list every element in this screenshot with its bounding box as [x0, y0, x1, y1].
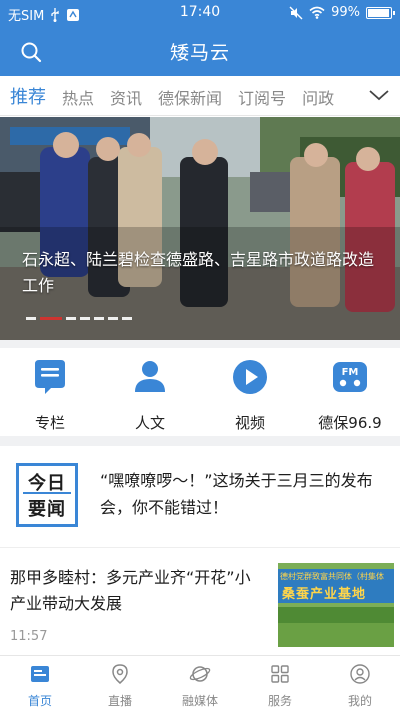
- logo-line-2: 要闻: [28, 499, 66, 520]
- wifi-icon: [309, 6, 325, 19]
- radio-fm-icon: FM: [333, 362, 367, 392]
- quick-links: 专栏 人文 视频 FM 德保96.9: [0, 348, 400, 436]
- section-divider: [0, 340, 400, 348]
- nav-label: 融媒体: [181, 694, 218, 708]
- grid-icon: [271, 665, 289, 683]
- section-divider: [0, 436, 400, 446]
- carousel-dot[interactable]: [108, 317, 118, 320]
- nav-media[interactable]: 融媒体: [160, 663, 240, 709]
- nav-services[interactable]: 服务: [240, 663, 320, 709]
- quick-link-column[interactable]: 专栏: [10, 358, 90, 433]
- mute-icon: [289, 6, 303, 19]
- nav-label: 我的: [347, 694, 372, 708]
- location-icon: [112, 664, 128, 684]
- carousel-dot[interactable]: [80, 317, 90, 320]
- tab-news[interactable]: 资讯: [110, 85, 142, 109]
- channel-tabs: 推荐 热点 资讯 德保新闻 订阅号 问政: [0, 76, 400, 116]
- carousel-dot[interactable]: [94, 317, 104, 320]
- tab-hot[interactable]: 热点: [62, 85, 94, 109]
- column-icon: [35, 360, 65, 394]
- banner-photo: [0, 117, 400, 340]
- planet-icon: [189, 666, 211, 682]
- thumbnail-sign-line2: 桑蚕产业基地: [282, 587, 367, 602]
- app-header: 矮马云: [0, 26, 400, 76]
- nav-label: 服务: [267, 694, 292, 708]
- chevron-down-icon[interactable]: [368, 86, 390, 104]
- battery-icon: [366, 6, 395, 19]
- article-item[interactable]: 那甲多睦村：多元产业齐“开花”小产业带动大发展 11:57 德村党群致富共同体（…: [0, 553, 400, 653]
- nav-profile[interactable]: 我的: [320, 663, 400, 709]
- bottom-nav: 首页 直播 融媒体 服务 我的: [0, 655, 400, 711]
- article-time: 11:57: [10, 629, 48, 644]
- nav-label: 直播: [107, 694, 132, 708]
- carousel-dot[interactable]: [66, 317, 76, 320]
- quick-link-radio[interactable]: FM 德保96.9: [310, 358, 390, 433]
- article-thumbnail[interactable]: 德村党群致富共同体（村集体 桑蚕产业基地: [278, 563, 394, 647]
- banner-caption: 石永超、陆兰碧检查德盛路、吉星路市政道路改造工作: [22, 250, 375, 295]
- carousel-dot[interactable]: [122, 317, 132, 320]
- quick-link-culture[interactable]: 人文: [110, 358, 190, 433]
- carousel-dot[interactable]: [40, 317, 62, 320]
- tab-debao-news[interactable]: 德保新闻: [158, 85, 222, 109]
- carousel-indicator: [26, 317, 132, 320]
- home-icon: [31, 666, 49, 682]
- quick-link-label: 视频: [234, 414, 265, 432]
- user-icon: [350, 664, 370, 684]
- svg-text:FM: FM: [342, 367, 359, 378]
- battery-percent: 99%: [331, 5, 360, 20]
- carousel-dot[interactable]: [26, 317, 36, 320]
- article-title[interactable]: 那甲多睦村：多元产业齐“开花”小产业带动大发展: [10, 565, 260, 617]
- thumbnail-sign-line1: 德村党群致富共同体（村集体: [280, 572, 384, 581]
- headline-news[interactable]: 今日 要闻 “嘿嘹嘹啰～！”这场关于三月三的发布会，你不能错过！: [0, 446, 400, 548]
- banner-carousel[interactable]: 石永超、陆兰碧检查德盛路、吉星路市政道路改造工作: [0, 117, 400, 340]
- quick-link-label: 德保96.9: [318, 414, 382, 432]
- app-title: 矮马云: [169, 42, 230, 64]
- headline-text[interactable]: “嘿嘹嘹啰～！”这场关于三月三的发布会，你不能错过！: [100, 467, 384, 521]
- today-news-logo: 今日 要闻: [16, 463, 78, 527]
- nav-home[interactable]: 首页: [0, 663, 80, 709]
- person-icon: [135, 361, 165, 392]
- logo-divider: [23, 492, 71, 494]
- quick-link-label: 人文: [134, 414, 165, 432]
- tab-subscriptions[interactable]: 订阅号: [238, 85, 286, 109]
- quick-link-video[interactable]: 视频: [210, 358, 290, 433]
- quick-link-label: 专栏: [34, 414, 65, 432]
- status-bar: 无SIM 17:40 99%: [0, 0, 400, 26]
- nav-label: 首页: [27, 694, 52, 708]
- play-icon: [233, 360, 267, 394]
- nav-live[interactable]: 直播: [80, 663, 160, 709]
- tab-recommend[interactable]: 推荐: [10, 83, 46, 109]
